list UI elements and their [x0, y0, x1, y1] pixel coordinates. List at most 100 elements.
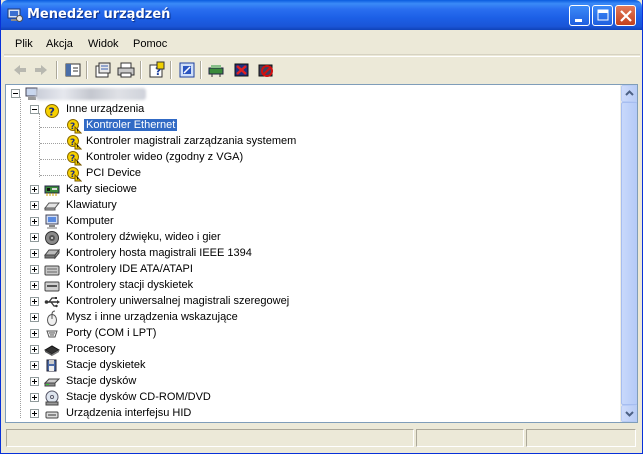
tree-item-sound-video-game[interactable]: Kontrolery dźwięku, wideo i gier	[6, 230, 406, 246]
expand-toggle[interactable]	[30, 201, 39, 210]
menu-help[interactable]: Pomoc	[133, 38, 167, 50]
tree-item-cdrom[interactable]: Stacje dysków CD-ROM/DVD	[6, 390, 406, 406]
scroll-down-button[interactable]	[621, 405, 637, 422]
tree-item-ieee1394[interactable]: Kontrolery hosta magistrali IEEE 1394	[6, 246, 406, 262]
tree-item-label: Klawiatury	[66, 199, 117, 211]
properties-icon[interactable]	[94, 61, 112, 79]
tree-item-processors[interactable]: Procesory	[6, 342, 406, 358]
tree-item-mice[interactable]: Mysz i inne urządzenia wskazujące	[6, 310, 406, 326]
ide-icon	[44, 265, 60, 276]
expand-toggle[interactable]	[30, 361, 39, 370]
tree-item-floppy-drives[interactable]: Stacje dyskietek	[6, 358, 406, 374]
collapse-toggle[interactable]	[11, 89, 20, 98]
svg-text:?: ?	[70, 154, 75, 164]
status-bar	[4, 427, 640, 449]
keyboard-icon	[44, 202, 60, 211]
menu-bar: Plik Akcja Widok Pomoc	[4, 33, 640, 55]
maximize-button[interactable]	[592, 5, 613, 26]
expand-toggle[interactable]	[30, 377, 39, 386]
device-tree[interactable]: ? Inne urządzenia ? Kontroler Ethernet ?…	[5, 84, 638, 423]
uninstall-icon[interactable]	[233, 61, 251, 79]
expand-toggle[interactable]	[30, 233, 39, 242]
tree-item-keyboards[interactable]: Klawiatury	[6, 198, 406, 214]
tree-item-label: PCI Device	[86, 167, 142, 179]
port-icon	[46, 330, 58, 338]
warning-device-icon: ?	[67, 119, 82, 134]
cdrom-icon	[45, 390, 59, 406]
tree-root[interactable]	[6, 86, 306, 102]
console-tree-icon[interactable]	[64, 61, 82, 79]
expand-toggle[interactable]	[30, 313, 39, 322]
vertical-scrollbar[interactable]	[620, 85, 637, 422]
expand-toggle[interactable]	[30, 281, 39, 290]
hid-icon	[45, 411, 59, 419]
scroll-thumb[interactable]	[621, 102, 637, 405]
expand-toggle[interactable]	[30, 185, 39, 194]
menu-action[interactable]: Akcja	[46, 38, 73, 50]
tree-item-pci-device[interactable]: ? PCI Device	[6, 166, 306, 182]
maximize-icon	[597, 9, 609, 21]
tree-item-usb-controllers[interactable]: Kontrolery uniwersalnej magistrali szere…	[6, 294, 426, 310]
warning-device-icon: ?	[67, 167, 82, 182]
scan-hardware-icon[interactable]	[178, 61, 196, 79]
toolbar-separator	[86, 61, 88, 79]
expand-toggle[interactable]	[30, 393, 39, 402]
device-manager-icon	[7, 8, 23, 22]
tree-item-label: Kontrolery stacji dyskietek	[66, 279, 194, 291]
tree-item-computer[interactable]: Komputer	[6, 214, 406, 230]
toolbar-separator	[56, 61, 58, 79]
collapse-toggle[interactable]	[30, 105, 39, 114]
tree-item-other-devices[interactable]: ? Inne urządzenia	[6, 102, 306, 118]
toolbar-separator	[140, 61, 142, 79]
tree-item-label: Kontroler wideo (zgodny z VGA)	[86, 151, 244, 163]
firewire-icon	[44, 248, 60, 260]
disable-icon[interactable]	[257, 61, 275, 79]
print-icon[interactable]	[117, 61, 135, 79]
processor-icon	[44, 345, 60, 356]
svg-text:?: ?	[70, 138, 75, 148]
scroll-up-button[interactable]	[621, 85, 637, 102]
back-arrow-icon[interactable]	[11, 61, 29, 79]
tree-item-label: Stacje dysków	[66, 375, 137, 387]
expand-toggle[interactable]	[30, 265, 39, 274]
expand-toggle[interactable]	[30, 329, 39, 338]
tree-item-network-adapters[interactable]: Karty sieciowe	[6, 182, 406, 198]
tree-item-hid[interactable]: Urządzenia interfejsu HID	[6, 406, 406, 422]
expand-toggle[interactable]	[30, 345, 39, 354]
tree-item-label: Stacje dyskietek	[66, 359, 146, 371]
update-driver-icon[interactable]	[208, 61, 226, 79]
toolbar: ?	[4, 56, 640, 82]
tree-item-smbus-controller[interactable]: ? Kontroler magistrali zarządzania syste…	[6, 134, 326, 150]
menu-view[interactable]: Widok	[88, 38, 119, 50]
usb-icon	[44, 297, 60, 308]
expand-toggle[interactable]	[30, 409, 39, 418]
disk-drive-icon	[44, 378, 60, 387]
minimize-button[interactable]	[569, 5, 590, 26]
tree-item-floppy-controllers[interactable]: Kontrolery stacji dyskietek	[6, 278, 406, 294]
tree-item-disk-drives[interactable]: Stacje dysków	[6, 374, 406, 390]
toolbar-separator	[200, 61, 202, 79]
tree-item-video-controller[interactable]: ? Kontroler wideo (zgodny z VGA)	[6, 150, 306, 166]
tree-item-ethernet-controller[interactable]: ? Kontroler Ethernet	[6, 118, 306, 134]
tree-item-label: Kontrolery dźwięku, wideo i gier	[66, 231, 221, 243]
menu-file[interactable]: Plik	[15, 38, 33, 50]
tree-item-ports[interactable]: Porty (COM i LPT)	[6, 326, 406, 342]
close-button[interactable]	[615, 5, 636, 26]
tree-item-label: Porty (COM i LPT)	[66, 327, 157, 339]
chevron-down-icon	[625, 411, 634, 417]
forward-arrow-icon[interactable]	[32, 61, 50, 79]
floppy-icon	[46, 359, 57, 372]
tree-item-label: Urządzenia interfejsu HID	[66, 407, 192, 419]
title-bar[interactable]: Menedżer urządzeń	[1, 0, 642, 30]
expand-toggle[interactable]	[30, 217, 39, 226]
expand-toggle[interactable]	[30, 297, 39, 306]
status-pane-2	[416, 429, 524, 447]
tree-item-label: Komputer	[66, 215, 114, 227]
help-icon[interactable]: ?	[148, 61, 166, 79]
status-pane-3	[526, 429, 636, 447]
computer-icon	[45, 214, 59, 229]
expand-toggle[interactable]	[30, 249, 39, 258]
floppy-controller-icon	[44, 281, 60, 292]
tree-item-ide-ata[interactable]: Kontrolery IDE ATA/ATAPI	[6, 262, 406, 278]
network-card-icon	[44, 185, 60, 196]
